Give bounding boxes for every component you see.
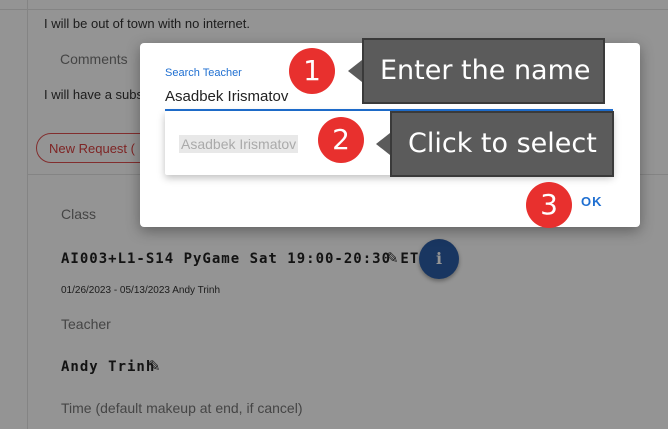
step-1-badge: 1 [289,48,335,94]
step-1-text: Enter the name [380,55,591,86]
ok-button[interactable]: OK [581,194,603,209]
step-3-badge: 3 [526,182,572,228]
callout-arrow [348,60,362,82]
search-teacher-label: Search Teacher [165,67,242,79]
step-2-badge: 2 [318,117,364,163]
step-2-text: Click to select [408,128,597,159]
step-2-callout: Click to select [376,111,614,177]
step-1-callout: Enter the name [348,38,605,104]
teacher-option[interactable]: Asadbek Irismatov [179,135,299,153]
callout-arrow [376,133,390,155]
